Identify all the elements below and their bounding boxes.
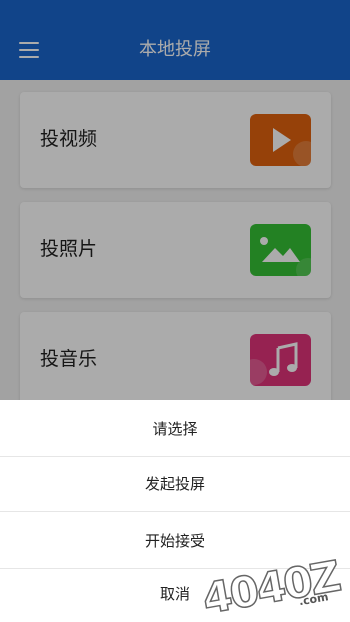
sheet-title: 请选择: [0, 402, 350, 457]
watermark-logo: 4040Z .com: [196, 551, 346, 622]
svg-text:4040Z: 4040Z: [199, 558, 343, 616]
start-casting-option[interactable]: 发起投屏: [0, 457, 350, 512]
